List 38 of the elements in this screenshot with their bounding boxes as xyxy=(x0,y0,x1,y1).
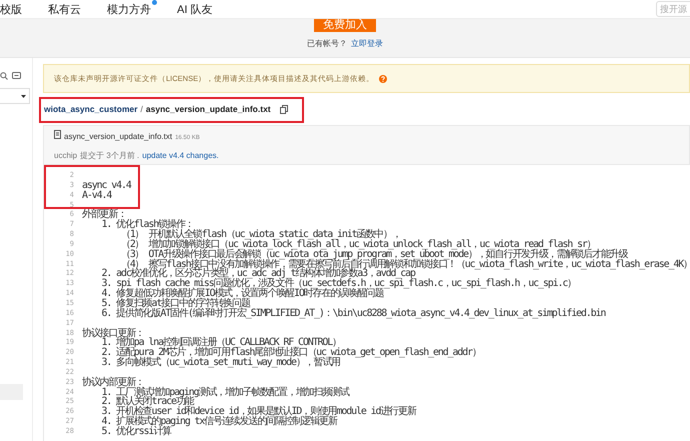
repo-link[interactable]: wiota_async_customer xyxy=(44,104,138,114)
code-line: 4. 扩展模式的paging tx信号连续发送的间隔控制逻辑更新 xyxy=(100,417,337,427)
code-line: 6. 提供简化版AT固件(编译时打开宏_SIMPLIFIED_AT_)：\bin\uc8288_wiota_async_v4.4_dev_linux_at_simplified.bin xyxy=(100,308,606,319)
search-field[interactable]: 搜开源 xyxy=(656,1,690,17)
file-path: async_version_update_info.txt xyxy=(146,104,271,114)
search-icon[interactable] xyxy=(0,72,8,80)
copy-icon[interactable] xyxy=(280,104,288,114)
file-icon xyxy=(54,130,61,138)
nav-link[interactable]: AI 队友 xyxy=(177,2,212,16)
code-line: （3） OTA升级操作接口最后会解锁（uc_wiota_ota_jump_program，set_uboot_mode），如自行开发升级，需解锁后才能升级 xyxy=(120,250,628,260)
code-line: 协议接口更新： xyxy=(82,328,144,338)
code-line: 5. 修复扫频at接口中的字符转换问题 xyxy=(100,298,250,309)
commit-info: 提交于 3个月前 . xyxy=(80,150,140,160)
nav-link[interactable]: 校版 xyxy=(0,2,22,16)
code-line: （1） 开机默认全锁flash（uc_wiota_static_data_init函数中）， xyxy=(120,230,401,240)
code-line: 2. adc校准优化，区分芯片类型，uc_adc_adj_t结构体增加参数a3，avdd_cap xyxy=(100,269,415,280)
code-line: 5. 优化rssi计算 xyxy=(100,426,171,437)
code-line: 3. 多向帧模式（uc_wiota_set_muti_way_mode），暂试用 xyxy=(100,358,340,368)
chat-icon[interactable] xyxy=(12,72,21,80)
code-line: （4） 擦写flash接口中没有加解锁操作，需要在擦写前后自行调用解锁和加锁接口！（uc_wiota_flash_write，uc_wiota_flash_erase_4K） xyxy=(120,260,690,270)
login-prompt: 已有帐号？ xyxy=(307,38,347,49)
commit-message-link[interactable]: update v4.4 changes. xyxy=(142,150,219,160)
commit-author: ucchip xyxy=(54,150,78,160)
code-line: 协议内部更新： xyxy=(82,378,144,388)
code-line: A-v4.4 xyxy=(82,190,112,201)
nav-link[interactable]: 私有云 xyxy=(48,2,81,16)
caret-icon xyxy=(21,94,26,98)
code-line: 4. 修复超低功耗唤醒扩展IO模式，设置两个唤醒IO时存在的误唤醒问题 xyxy=(100,289,384,299)
nav-link[interactable]: 模力方舟 xyxy=(107,2,151,16)
code-line: async v4.4 xyxy=(82,180,131,191)
dropdown-field[interactable] xyxy=(0,88,30,104)
code-line: 外部更新： xyxy=(82,210,126,220)
login-link[interactable]: 立即登录 xyxy=(351,38,383,49)
help-icon[interactable] xyxy=(379,74,388,82)
code-line: （2） 增加加锁解锁接口（uc_wiota_lock_flash_all，uc_wiota_unlock_flash_all，uc_wiota_read_flash_sr） xyxy=(120,240,596,250)
file-name: async_version_update_info.txt xyxy=(64,132,172,140)
code-line: 1. 工厂测试增加paging测试，增加子帧数配置，增加扫频测试 xyxy=(100,388,349,398)
path-separator: / xyxy=(140,104,143,114)
